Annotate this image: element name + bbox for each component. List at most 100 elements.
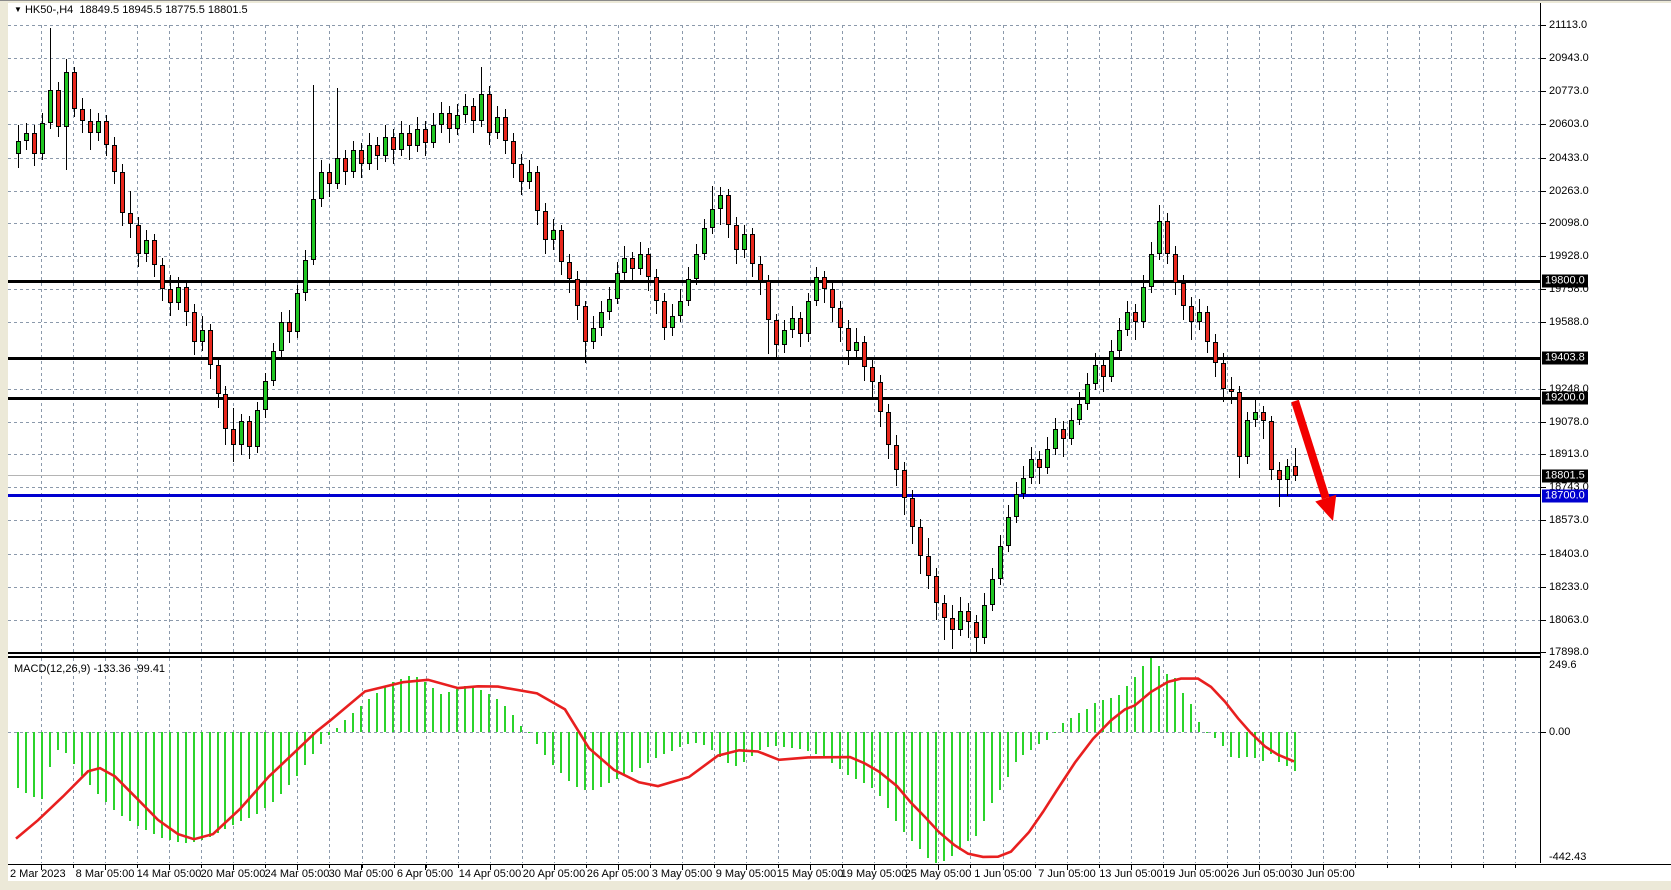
time-axis[interactable]: 2 Mar 20238 Mar 05:0014 Mar 05:0020 Mar … <box>8 864 1671 881</box>
grid-line-v <box>522 658 523 863</box>
macd-histogram-bar <box>719 732 721 757</box>
macd-histogram-bar <box>145 732 147 830</box>
candle-body-bull <box>1029 459 1034 479</box>
macd-histogram-bar <box>895 732 897 821</box>
grid-line-v <box>1291 658 1292 863</box>
candle-body-bull <box>1245 420 1250 457</box>
candle-body-bull <box>239 421 244 444</box>
time-tick-label: 19 Jun 05:00 <box>1163 868 1227 880</box>
macd-histogram-bar <box>1230 732 1232 757</box>
ohlc-low: 18775.5 <box>165 4 205 16</box>
price-axis[interactable]: 21113.020943.020773.020603.020433.020263… <box>1541 3 1671 880</box>
macd-histogram-bar <box>679 732 681 747</box>
macd-histogram-bar <box>217 732 219 833</box>
candle-body-bull <box>1117 330 1122 351</box>
price-tick-label: 20943.0 <box>1549 52 1589 64</box>
horizontal-line-18801.5[interactable] <box>8 475 1540 476</box>
grid-line-v <box>1419 658 1420 863</box>
macd-signal-value: -99.41 <box>134 663 165 675</box>
macd-histogram-bar <box>911 732 913 841</box>
price-tick-mark <box>1541 389 1546 390</box>
horizontal-line-19200[interactable] <box>8 397 1540 400</box>
time-minor-tick <box>394 865 395 868</box>
macd-histogram-bar <box>703 732 705 745</box>
candle-body-bear <box>862 342 867 367</box>
macd-histogram-bar <box>791 732 793 748</box>
macd-histogram-bar <box>1206 732 1208 733</box>
macd-histogram-bar <box>201 732 203 840</box>
grid-line-v <box>1451 658 1452 863</box>
macd-histogram-bar <box>767 732 769 747</box>
candle-body-bull <box>1069 420 1074 440</box>
grid-line-v <box>1355 658 1356 863</box>
macd-histogram-bar <box>185 732 187 843</box>
macd-histogram-bar <box>193 732 195 842</box>
price-tick-label: 20603.0 <box>1549 118 1589 130</box>
macd-histogram-bar <box>727 732 729 763</box>
macd-tick-label: 0.00 <box>1549 726 1570 738</box>
horizontal-line-18700[interactable] <box>8 494 1540 497</box>
macd-histogram-bar <box>863 732 865 783</box>
horizontal-line-19403.8[interactable] <box>8 357 1540 360</box>
macd-histogram-bar <box>959 732 961 850</box>
macd-histogram-bar <box>1190 704 1192 732</box>
grid-line-v <box>1003 658 1004 863</box>
macd-histogram-bar <box>17 732 19 788</box>
macd-histogram-bar <box>113 732 115 810</box>
candle-body-bull <box>854 342 859 352</box>
candle-body-bull <box>1006 517 1011 546</box>
price-tick-mark <box>1541 554 1546 555</box>
macd-histogram-bar <box>424 682 426 732</box>
candle-body-bull <box>279 322 284 351</box>
grid-line-v <box>169 25 170 652</box>
grid-line-v <box>1067 25 1068 652</box>
price-tick-mark <box>1541 256 1546 257</box>
macd-histogram-bar <box>272 732 274 802</box>
grid-line-v <box>938 25 939 652</box>
grid-line-v <box>1099 25 1100 652</box>
chart-plot-area[interactable]: ▼ HK50-,H4 18849.5 18945.5 18775.5 18801… <box>8 3 1541 863</box>
macd-histogram-bar <box>89 732 91 785</box>
macd-histogram-bar <box>97 732 99 794</box>
macd-histogram-bar <box>1142 666 1144 731</box>
grid-line-v <box>874 658 875 863</box>
price-tick-label: 18913.0 <box>1549 448 1589 460</box>
candle-body-bear <box>160 265 165 288</box>
macd-histogram-bar <box>376 693 378 732</box>
grid-line-v <box>618 25 619 652</box>
grid-line-v <box>1419 25 1420 652</box>
candle-body-bear <box>343 158 348 172</box>
horizontal-line-19800[interactable] <box>8 280 1540 283</box>
grid-line-h <box>8 487 1540 488</box>
macd-histogram-bar <box>927 732 929 858</box>
candle-body-bear <box>1221 363 1226 389</box>
macd-histogram-bar <box>137 732 139 826</box>
time-tick-label: 2 Mar 2023 <box>10 868 66 880</box>
macd-histogram-bar <box>296 732 298 776</box>
candle-body-bull <box>702 228 707 253</box>
macd-histogram-bar <box>616 732 618 779</box>
candle-body-bull <box>96 121 101 133</box>
macd-histogram-bar <box>647 732 649 763</box>
candle-body-bull <box>335 158 340 183</box>
candle-body-bear <box>223 394 228 429</box>
candle-body-bear <box>750 234 755 263</box>
macd-histogram-bar <box>552 732 554 765</box>
macd-histogram-bar <box>735 732 737 766</box>
grid-line-v <box>329 25 330 652</box>
candle-body-bear <box>838 308 843 328</box>
grid-line-v <box>1515 25 1516 652</box>
macd-histogram-bar <box>528 732 530 733</box>
time-tick-label: 3 May 05:00 <box>652 868 713 880</box>
macd-histogram-bar <box>783 732 785 747</box>
macd-histogram-bar <box>81 732 83 776</box>
candle-body-bull <box>255 410 260 447</box>
grid-line-v <box>297 25 298 652</box>
grid-line-v <box>842 658 843 863</box>
expander-triangle-icon[interactable]: ▼ <box>14 5 22 14</box>
macd-histogram-bar <box>256 732 258 814</box>
candle-body-bull <box>1109 351 1114 376</box>
time-minor-tick <box>73 865 74 868</box>
grid-line-v <box>554 25 555 652</box>
candle-body-bull <box>263 381 268 410</box>
